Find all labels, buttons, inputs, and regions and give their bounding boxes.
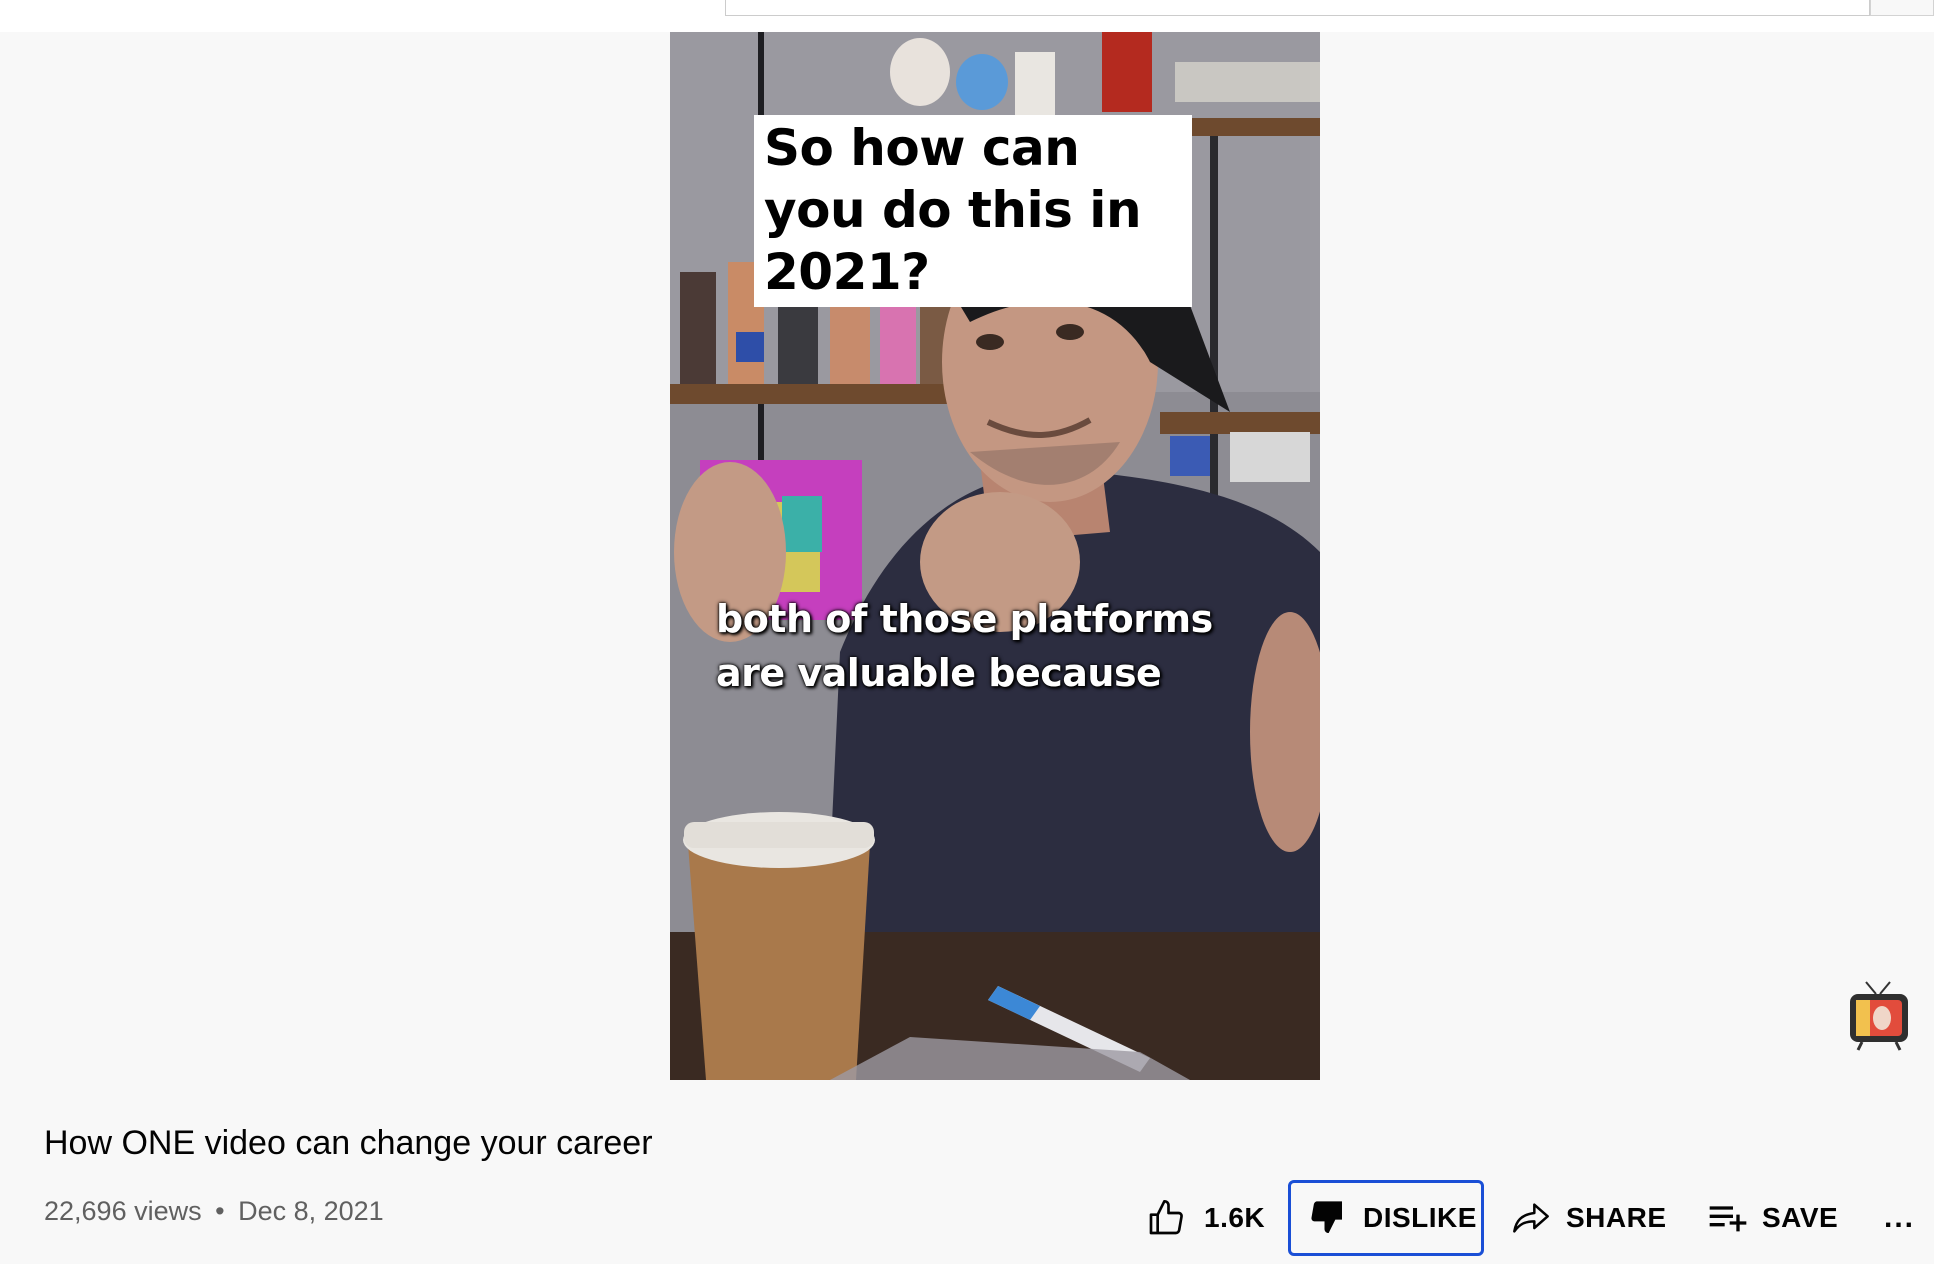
view-count: 22,696 views — [44, 1196, 202, 1226]
channel-tv-icon[interactable] — [1846, 980, 1912, 1052]
video-caption-subtitle: both of those platforms are valuable bec… — [716, 597, 1213, 695]
search-button[interactable] — [1870, 0, 1934, 16]
playlist-add-icon — [1709, 1206, 1747, 1232]
action-bar: 1.6K DISLIKE SHARE SAVE ... — [1136, 1180, 1924, 1256]
share-arrow-icon — [1513, 1203, 1549, 1233]
video-info: 22,696 views • Dec 8, 2021 — [44, 1196, 384, 1227]
video-title: How ONE video can change your career — [44, 1124, 653, 1162]
save-label: SAVE — [1762, 1202, 1839, 1233]
thumbs-up-icon — [1149, 1200, 1183, 1235]
share-button[interactable]: SHARE — [1510, 1180, 1667, 1256]
save-button[interactable]: SAVE — [1706, 1180, 1838, 1256]
search-input[interactable] — [725, 0, 1870, 16]
like-count: 1.6K — [1204, 1202, 1266, 1233]
info-separator: • — [215, 1196, 225, 1226]
video-player[interactable]: So how can you do this in 2021? both of … — [670, 32, 1320, 1080]
like-button[interactable]: 1.6K — [1146, 1180, 1265, 1256]
more-actions-button[interactable]: ... — [1884, 1180, 1915, 1256]
upload-date: Dec 8, 2021 — [238, 1196, 384, 1226]
dislike-button[interactable]: DISLIKE — [1288, 1180, 1484, 1256]
dislike-label: DISLIKE — [1363, 1202, 1477, 1233]
share-label: SHARE — [1566, 1202, 1667, 1233]
video-caption-top: So how can you do this in 2021? — [754, 115, 1192, 307]
thumbs-down-icon — [1311, 1201, 1342, 1233]
header-strip — [0, 0, 1934, 32]
